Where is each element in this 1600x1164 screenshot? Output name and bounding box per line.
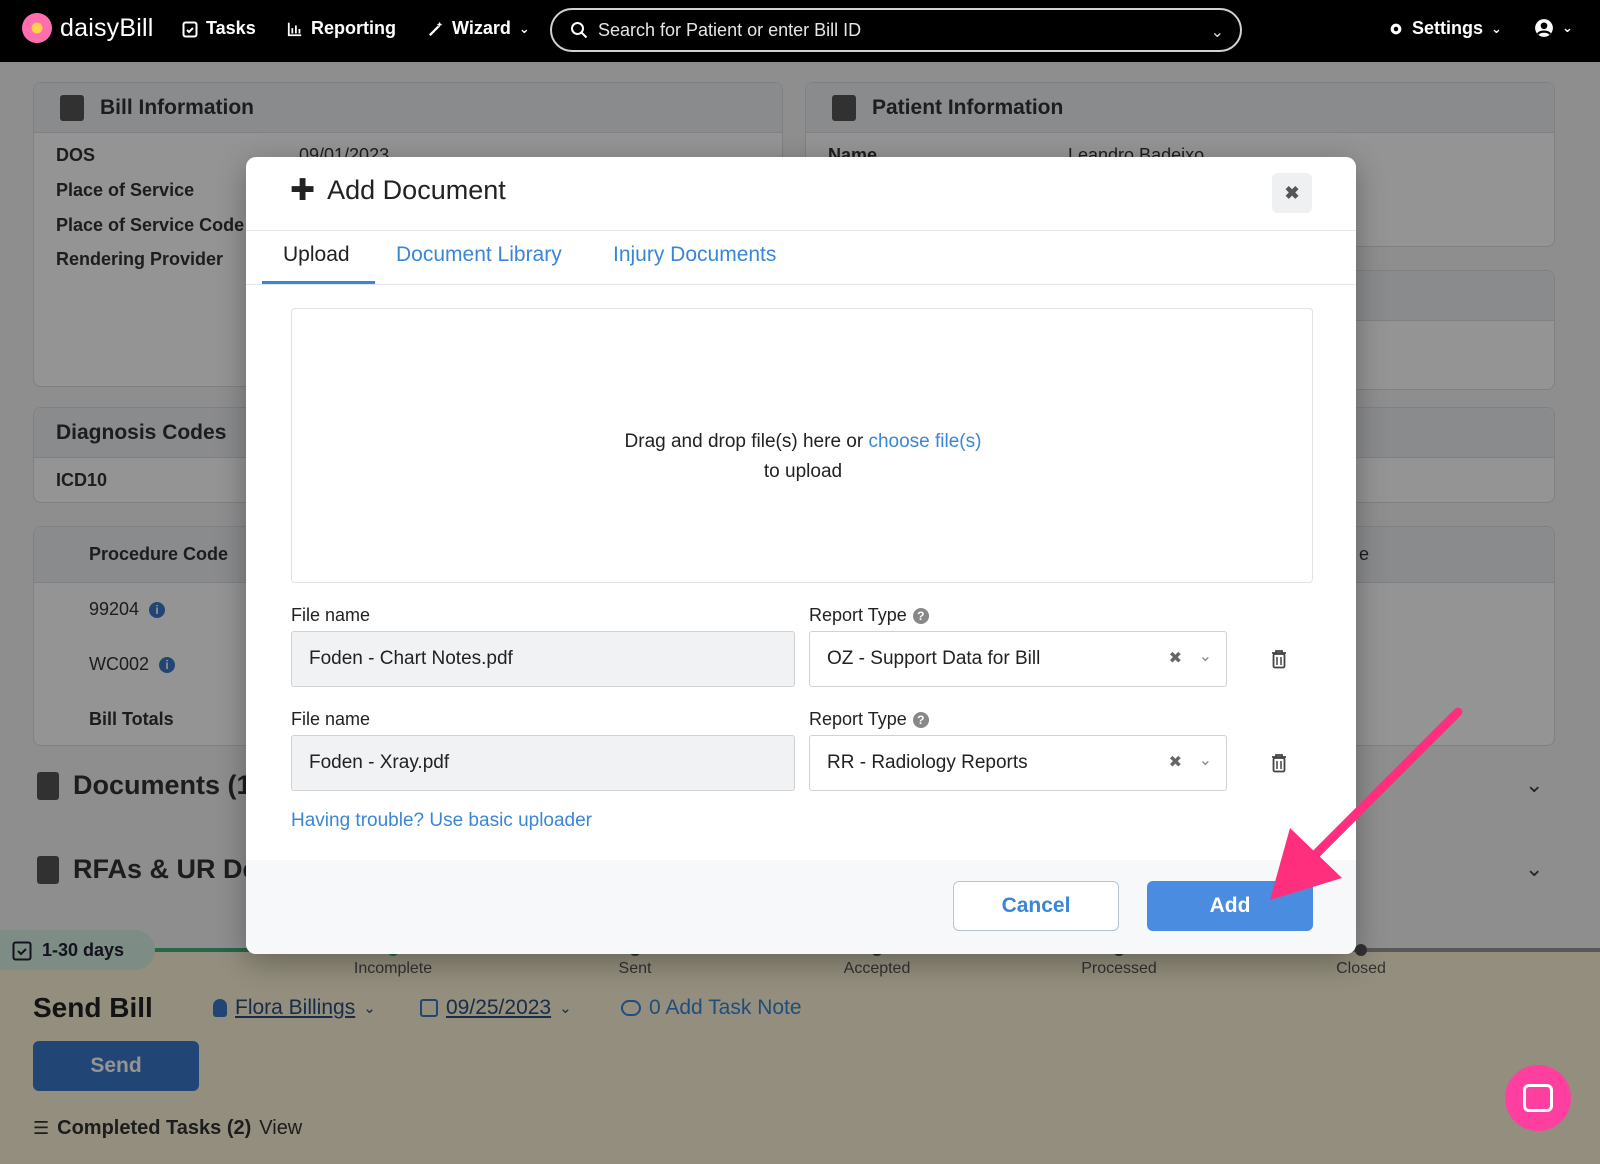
close-button[interactable]: ✖ [1272,173,1312,213]
nav-tasks-label: Tasks [206,18,256,38]
search-bar[interactable]: ⌄ [550,8,1242,52]
basic-uploader-link[interactable]: Having trouble? Use basic uploader [291,810,592,832]
nav-tasks[interactable]: Tasks [182,18,256,39]
tab-upload[interactable]: Upload [283,243,350,267]
report-type-select[interactable]: OZ - Support Data for Bill ✖ ⌄ [809,631,1227,687]
clear-icon[interactable]: ✖ [1169,648,1182,668]
report-type-label-text: Report Type [809,709,907,729]
nav-settings[interactable]: Settings ⌄ [1388,18,1502,39]
dropzone-instruction: Drag and drop file(s) here or [624,431,869,452]
user-menu[interactable]: ⌄ [1534,18,1573,38]
tabs-divider [246,284,1356,285]
clipboard-icon [182,21,198,37]
file-dropzone[interactable]: Drag and drop file(s) here or choose fil… [291,308,1313,583]
dropzone-text: Drag and drop file(s) here or choose fil… [292,427,1314,487]
question-circle-icon[interactable]: ? [912,607,929,624]
modal-title-text: Add Document [327,175,506,205]
gear-icon [1390,23,1402,34]
report-type-label: Report Type ? [809,709,929,730]
report-type-value: OZ - Support Data for Bill [827,648,1041,669]
nav-reporting-label: Reporting [311,18,396,38]
chevron-down-icon: ⌄ [518,20,530,36]
search-icon [571,22,588,39]
nav-wizard-label: Wizard [452,18,511,38]
bar-chart-icon [287,22,302,36]
tab-injury-documents[interactable]: Injury Documents [613,243,776,267]
nav-wizard[interactable]: Wizard ⌄ [428,18,530,39]
file-name-label: File name [291,709,371,729]
chevron-down-icon[interactable]: ⌄ [1199,750,1212,770]
report-type-select[interactable]: RR - Radiology Reports ✖ ⌄ [809,735,1227,791]
chevron-down-icon: ⌄ [1562,20,1573,35]
logo-text: daisyBill [60,13,154,42]
nav-reporting[interactable]: Reporting [287,18,396,39]
chevron-down-icon[interactable]: ⌄ [1199,646,1212,666]
nav-settings-label: Settings [1412,18,1484,38]
file-name-label: File name [291,605,371,625]
add-document-modal: ✚ Add Document ✖ Upload Document Library… [246,157,1356,954]
magic-wand-icon [428,21,443,36]
modal-header-divider [246,230,1356,231]
choose-files-link[interactable]: choose file(s) [868,431,981,452]
file-name-input[interactable] [291,631,795,687]
question-circle-icon[interactable]: ? [912,711,929,728]
trash-icon[interactable] [1270,649,1288,669]
user-circle-icon [1535,19,1553,37]
tab-document-library[interactable]: Document Library [396,243,562,267]
report-type-label-text: Report Type [809,605,907,625]
clear-icon[interactable]: ✖ [1169,752,1182,772]
daisy-logo-icon [22,13,52,43]
chat-launcher[interactable] [1505,1065,1571,1131]
cancel-button[interactable]: Cancel [953,881,1119,931]
top-nav: daisyBill Tasks Reporting Wizard ⌄ ⌄ Set… [0,0,1600,62]
chevron-down-icon: ⌄ [1491,20,1502,36]
modal-title: ✚ Add Document [290,175,506,206]
logo[interactable]: daisyBill [22,13,154,43]
annotation-arrow-icon [1270,707,1463,900]
plus-icon: ✚ [290,173,316,207]
report-type-value: RR - Radiology Reports [827,752,1028,773]
report-type-label: Report Type ? [809,605,929,626]
search-input[interactable] [598,19,1178,41]
chat-icon [1523,1084,1553,1112]
dropzone-instruction-2: to upload [763,461,843,482]
close-icon: ✖ [1284,182,1300,203]
file-name-input[interactable] [291,735,795,791]
search-chevron-down-icon[interactable]: ⌄ [1211,22,1224,42]
